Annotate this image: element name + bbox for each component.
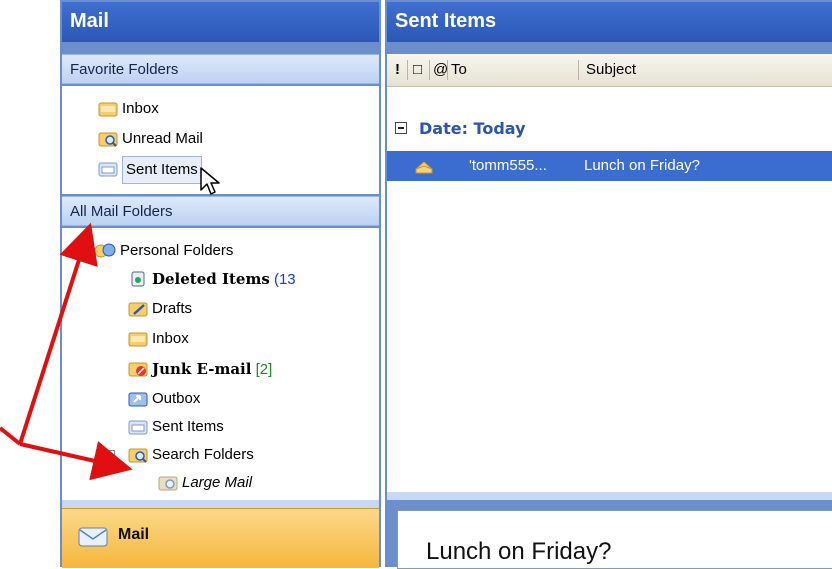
folder-tree: Personal Folders Deleted Items (13 Draft… <box>62 228 379 500</box>
favorite-folders-list: Inbox Unread Mail Sent Items <box>62 86 379 195</box>
tree-large-mail-label: Large Mail <box>182 474 253 491</box>
tree-sent-items-label: Sent Items <box>152 418 224 435</box>
inbox-folder-icon <box>98 100 118 117</box>
message-list-pane: Sent Items ! □ @ To Subject Date: Today … <box>385 0 832 567</box>
message-list: Date: Today 'tomm555... Lunch on Friday? <box>387 87 832 492</box>
mail-envelope-icon <box>78 524 108 551</box>
tree-outbox-label: Outbox <box>152 390 201 407</box>
tree-deleted-items-label: Deleted Items <box>152 270 270 288</box>
sent-items-folder-icon <box>98 160 118 177</box>
favorite-inbox-label: Inbox <box>122 100 159 117</box>
arrow-stem <box>0 426 22 446</box>
junk-email-count: [2] <box>255 361 273 378</box>
navigation-pane: Mail Favorite Folders Inbox Unread Mail … <box>60 0 430 567</box>
favorite-unread-mail-label: Unread Mail <box>122 130 203 147</box>
reading-pane-splitter[interactable] <box>387 492 832 500</box>
search-folder-icon <box>158 474 178 491</box>
favorite-folders-header: Favorite Folders <box>62 54 379 84</box>
attachment-column-header[interactable]: @ <box>433 54 448 86</box>
subject-column-header[interactable]: Subject <box>586 54 636 86</box>
reading-pane: Lunch on Friday? <box>397 510 832 569</box>
to-column-header[interactable]: To <box>451 54 467 86</box>
tree-drafts-label: Drafts <box>152 300 193 317</box>
personal-folders-icon <box>94 242 116 269</box>
inbox-folder-icon <box>128 330 148 347</box>
junk-email-folder-icon <box>128 360 148 377</box>
collapse-toggle-icon[interactable] <box>72 246 83 257</box>
message-subject: Lunch on Friday? <box>584 157 700 174</box>
all-mail-folders-header: All Mail Folders <box>62 196 379 226</box>
icon-column-header[interactable]: □ <box>413 54 422 86</box>
column-header-bar: ! □ @ To Subject <box>387 54 832 87</box>
tree-junk-email-label: Junk E-mail <box>152 360 252 378</box>
deleted-items-icon <box>128 270 148 287</box>
tree-inbox-label: Inbox <box>152 330 189 347</box>
outbox-folder-icon <box>128 390 148 407</box>
reading-pane-subject: Lunch on Friday? <box>426 538 612 565</box>
search-folder-icon <box>128 446 148 472</box>
drafts-folder-icon <box>128 300 148 317</box>
mouse-pointer-icon <box>200 167 220 195</box>
collapse-toggle-icon[interactable] <box>104 450 115 461</box>
date-group-header[interactable]: Date: Today <box>395 119 526 138</box>
importance-column-header[interactable]: ! <box>395 54 400 86</box>
tree-search-folders-label: Search Folders <box>152 446 254 463</box>
navigation-pane-title: Mail <box>62 2 379 42</box>
search-folder-icon <box>98 130 118 147</box>
message-to: 'tomm555... <box>469 157 547 174</box>
mail-nav-button-label: Mail <box>118 526 150 543</box>
group-collapse-icon[interactable] <box>395 122 407 134</box>
sent-items-folder-icon <box>128 418 148 435</box>
deleted-items-count: (13 <box>273 271 296 288</box>
sent-message-icon <box>415 158 433 178</box>
message-row[interactable]: 'tomm555... Lunch on Friday? <box>387 151 832 181</box>
mail-nav-button[interactable]: Mail <box>62 508 379 568</box>
tree-personal-folders-label: Personal Folders <box>120 242 234 259</box>
message-list-title: Sent Items <box>387 2 832 42</box>
date-group-label: Date: Today <box>419 119 526 138</box>
navigation-pane-splitter[interactable] <box>62 500 379 508</box>
favorite-sent-items-label: Sent Items <box>122 156 202 184</box>
